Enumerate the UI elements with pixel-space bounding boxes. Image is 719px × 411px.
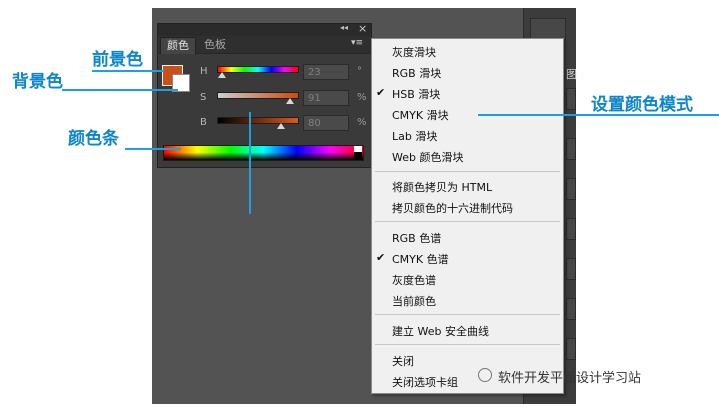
strip-cell[interactable] (566, 298, 576, 320)
slider-label-h: H (200, 66, 208, 77)
wechat-icon (478, 368, 492, 382)
menu-separator (375, 171, 560, 172)
annotation-background: 背景色 (12, 72, 63, 92)
annotation-line-foreground (92, 70, 164, 72)
annotation-line-slider (249, 112, 251, 214)
menu-item[interactable]: 建立 Web 安全曲线 (392, 323, 489, 339)
saturation-value-field[interactable]: 91 (303, 90, 349, 106)
slider-label-b: B (200, 117, 207, 128)
menu-item[interactable]: 将颜色拷贝为 HTML (392, 179, 492, 195)
annotation-line-color-mode (478, 114, 719, 116)
annotation-color-ramp: 颜色条 (68, 129, 119, 149)
strip-cell[interactable] (530, 18, 566, 40)
annotation-color-mode: 设置颜色模式 (591, 95, 693, 115)
menu-item[interactable]: HSB 滑块 (392, 86, 440, 102)
menu-item[interactable]: CMYK 色谱 (392, 251, 449, 267)
menu-item[interactable]: 关闭选项卡组 (392, 374, 458, 390)
annotation-line-background (62, 89, 178, 91)
menu-item[interactable]: 当前颜色 (392, 293, 436, 309)
menu-item[interactable]: RGB 滑块 (392, 65, 441, 81)
brightness-value-field[interactable]: 80 (303, 115, 349, 131)
hue-slider-track[interactable] (217, 66, 299, 73)
menu-separator (375, 314, 560, 315)
annotation-line-color-ramp (125, 148, 181, 150)
close-icon[interactable]: × (358, 22, 367, 35)
brightness-unit: % (357, 117, 367, 128)
color-ramp[interactable] (163, 145, 364, 161)
checkmark-icon: ✔ (376, 251, 386, 264)
menu-item[interactable]: 关闭 (392, 353, 414, 369)
strip-label-b: 图 (566, 68, 577, 81)
strip-cell[interactable] (566, 138, 576, 160)
saturation-slider-thumb[interactable] (286, 98, 294, 104)
saturation-unit: % (357, 92, 367, 103)
menu-separator (375, 344, 560, 345)
strip-cell[interactable] (566, 338, 576, 360)
tab-swatches[interactable]: 色板 (198, 37, 232, 53)
tab-color[interactable]: 颜色 (160, 37, 196, 54)
menu-item[interactable]: RGB 色谱 (392, 230, 441, 246)
hue-slider-thumb[interactable] (218, 72, 226, 78)
panel-menu-icon[interactable]: ▾≡ (351, 38, 363, 48)
menu-item[interactable]: Lab 滑块 (392, 128, 437, 144)
hue-value-field[interactable]: 23 (303, 64, 349, 80)
strip-cell[interactable] (566, 178, 576, 200)
menu-item[interactable]: 灰度滑块 (392, 44, 436, 60)
strip-cell[interactable] (566, 88, 576, 110)
brightness-slider-track[interactable] (217, 117, 299, 124)
brightness-slider-thumb[interactable] (277, 123, 285, 129)
watermark-text: 软件开发平面设计学习站 (498, 371, 642, 386)
strip-cell[interactable] (566, 258, 576, 280)
strip-cell[interactable] (566, 218, 576, 240)
annotation-foreground: 前景色 (92, 50, 143, 70)
checkmark-icon: ✔ (376, 86, 386, 99)
menu-item[interactable]: CMYK 滑块 (392, 107, 449, 123)
menu-separator (375, 221, 560, 222)
hue-unit: ° (357, 66, 362, 77)
ramp-black-swatch[interactable] (354, 152, 362, 159)
menu-item[interactable]: Web 颜色滑块 (392, 149, 463, 165)
menu-item[interactable]: 灰度色谱 (392, 272, 436, 288)
menu-item[interactable]: 拷贝颜色的十六进制代码 (392, 200, 513, 216)
collapse-icon[interactable]: ◂◂ (340, 23, 348, 32)
slider-label-s: S (200, 92, 207, 103)
